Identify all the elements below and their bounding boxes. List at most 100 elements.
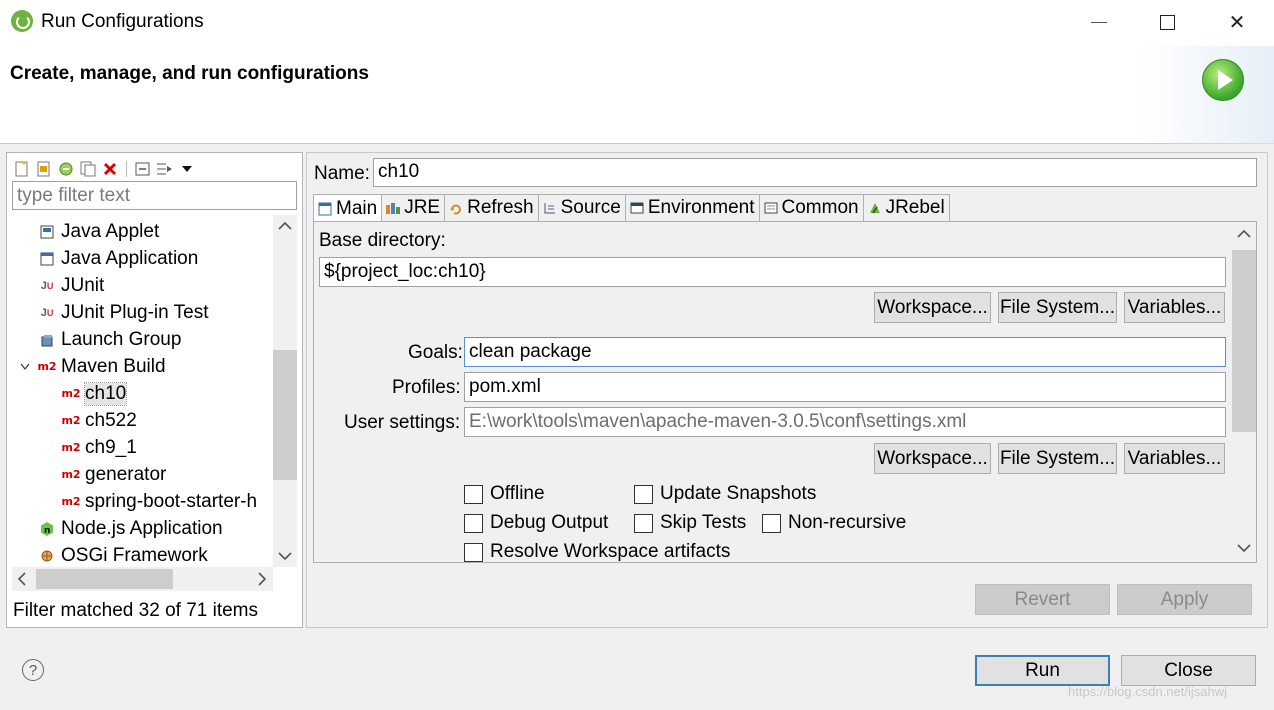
workspace-button-2[interactable]: Workspace... (874, 443, 991, 474)
main-scroll-thumb[interactable] (1232, 250, 1256, 432)
source-icon (542, 201, 558, 215)
tree-item-ch10[interactable]: m2 ch10 (61, 380, 128, 407)
maximize-button[interactable] (1144, 0, 1190, 44)
junit-icon: JU (40, 279, 54, 292)
duplicate-icon[interactable] (79, 160, 97, 178)
checkbox-box[interactable] (464, 513, 483, 533)
tree-item-osgi-framework[interactable]: OSGi Framework (39, 542, 208, 567)
main-tab-content: Base directory: ${project_loc:ch10} Work… (313, 221, 1257, 563)
chevron-down-icon[interactable] (17, 359, 33, 375)
tab-label: Common (781, 197, 859, 218)
new-prototype-icon[interactable] (35, 160, 53, 178)
variables-button[interactable]: Variables... (1124, 292, 1225, 323)
tab-main[interactable]: Main (313, 194, 383, 222)
scroll-down-icon[interactable] (1237, 540, 1251, 556)
tab-source[interactable]: Source (537, 194, 626, 221)
title-bar: Run Configurations ✕ (0, 0, 1274, 46)
base-directory-field[interactable]: ${project_loc:ch10} (319, 257, 1226, 287)
tree-item-java-application[interactable]: Java Application (39, 245, 198, 272)
file-system-button-2[interactable]: File System... (998, 443, 1117, 474)
new-config-icon[interactable] (13, 160, 31, 178)
collapse-all-icon[interactable] (134, 160, 152, 178)
tree-item-label: ch522 (85, 409, 137, 431)
main-vertical-scrollbar[interactable] (1232, 222, 1256, 562)
tab-jrebel[interactable]: JRebel (862, 194, 950, 221)
name-field[interactable]: ch10 (373, 158, 1257, 187)
filter-icon[interactable] (156, 160, 174, 178)
close-button[interactable]: Close (1121, 655, 1256, 686)
run-button[interactable]: Run (975, 655, 1110, 686)
export-config-icon[interactable] (57, 160, 75, 178)
close-window-button[interactable]: ✕ (1214, 0, 1260, 44)
osgi-icon (39, 548, 55, 564)
goals-field[interactable]: clean package (464, 337, 1226, 367)
tab-label: Environment (647, 197, 755, 218)
checkbox-label: Offline (490, 483, 545, 504)
apply-button[interactable]: Apply (1117, 584, 1252, 615)
tree-item-java-applet[interactable]: Java Applet (39, 218, 159, 245)
scroll-down-icon[interactable] (278, 548, 292, 564)
tree-hscroll-thumb[interactable] (36, 569, 173, 589)
user-settings-field[interactable]: E:\work\tools\maven\apache-maven-3.0.5\c… (464, 407, 1226, 437)
scroll-up-icon[interactable] (278, 218, 292, 234)
tree-item-junit[interactable]: JU JUnit (39, 272, 105, 299)
profiles-field[interactable]: pom.xml (464, 372, 1226, 402)
debug-output-checkbox[interactable]: Debug Output (464, 512, 608, 534)
jrebel-icon (867, 201, 883, 215)
tree-item-label: OSGi Framework (61, 544, 208, 566)
skip-tests-checkbox[interactable]: Skip Tests (634, 512, 746, 534)
main-tab-icon (317, 202, 333, 216)
tab-environment[interactable]: Environment (624, 194, 760, 221)
resolve-workspace-checkbox[interactable]: Resolve Workspace artifacts (464, 541, 730, 562)
minimize-button[interactable] (1076, 0, 1122, 44)
workspace-button[interactable]: Workspace... (874, 292, 991, 323)
checkbox-label: Non-recursive (788, 512, 907, 533)
scroll-right-icon[interactable] (257, 572, 267, 589)
file-system-button[interactable]: File System... (998, 292, 1117, 323)
view-menu-icon[interactable] (178, 160, 196, 178)
tree-item-launch-group[interactable]: Launch Group (39, 326, 181, 353)
offline-checkbox[interactable]: Offline (464, 483, 545, 505)
non-recursive-checkbox[interactable]: Non-recursive (762, 512, 906, 534)
help-icon[interactable]: ? (22, 659, 44, 681)
close-icon: ✕ (1228, 11, 1246, 34)
maven-icon: m2 (61, 414, 81, 427)
tab-common[interactable]: Common (758, 194, 864, 221)
revert-button[interactable]: Revert (975, 584, 1110, 615)
tree-item-maven-build[interactable]: m2 Maven Build (17, 353, 166, 380)
filter-input[interactable] (12, 181, 297, 210)
java-applet-icon (39, 224, 55, 240)
delete-icon[interactable] (101, 160, 119, 178)
tree-vertical-scrollbar[interactable] (273, 215, 297, 567)
update-snapshots-checkbox[interactable]: Update Snapshots (634, 483, 816, 505)
tree-item-ch522[interactable]: m2 ch522 (61, 407, 137, 434)
tree-scroll-thumb[interactable] (273, 350, 297, 480)
tree-item-ch9-1[interactable]: m2 ch9_1 (61, 434, 136, 461)
tree-item-label: Node.js Application (61, 517, 223, 539)
tab-refresh[interactable]: Refresh (444, 194, 539, 221)
scroll-left-icon[interactable] (17, 572, 27, 589)
tree-item-nodejs-application[interactable]: n Node.js Application (39, 515, 223, 542)
tree-item-junit-plugin-test[interactable]: JU JUnit Plug-in Test (39, 299, 209, 326)
scroll-up-icon[interactable] (1237, 226, 1251, 242)
tree-item-label: spring-boot-starter-h (85, 490, 258, 512)
checkbox-box[interactable] (634, 484, 653, 504)
tab-label: Main (336, 197, 378, 219)
maven-icon: m2 (37, 360, 57, 373)
tree-item-spring-boot-starter[interactable]: m2 spring-boot-starter-h (61, 488, 258, 515)
checkbox-box[interactable] (464, 484, 483, 504)
java-application-icon (39, 251, 55, 267)
tree-horizontal-scrollbar[interactable] (12, 567, 273, 591)
checkbox-label: Debug Output (490, 512, 609, 533)
checkbox-box[interactable] (634, 513, 653, 533)
checkbox-box[interactable] (762, 513, 781, 533)
filter-status: Filter matched 32 of 71 items (13, 600, 258, 621)
tab-jre[interactable]: JRE (381, 194, 446, 221)
checkbox-box[interactable] (464, 542, 483, 562)
maven-icon: m2 (61, 387, 81, 400)
tree-item-label: Java Applet (61, 220, 160, 242)
maven-icon: m2 (61, 468, 81, 481)
checkbox-label: Skip Tests (660, 512, 747, 533)
variables-button-2[interactable]: Variables... (1124, 443, 1225, 474)
tree-item-generator[interactable]: m2 generator (61, 461, 166, 488)
